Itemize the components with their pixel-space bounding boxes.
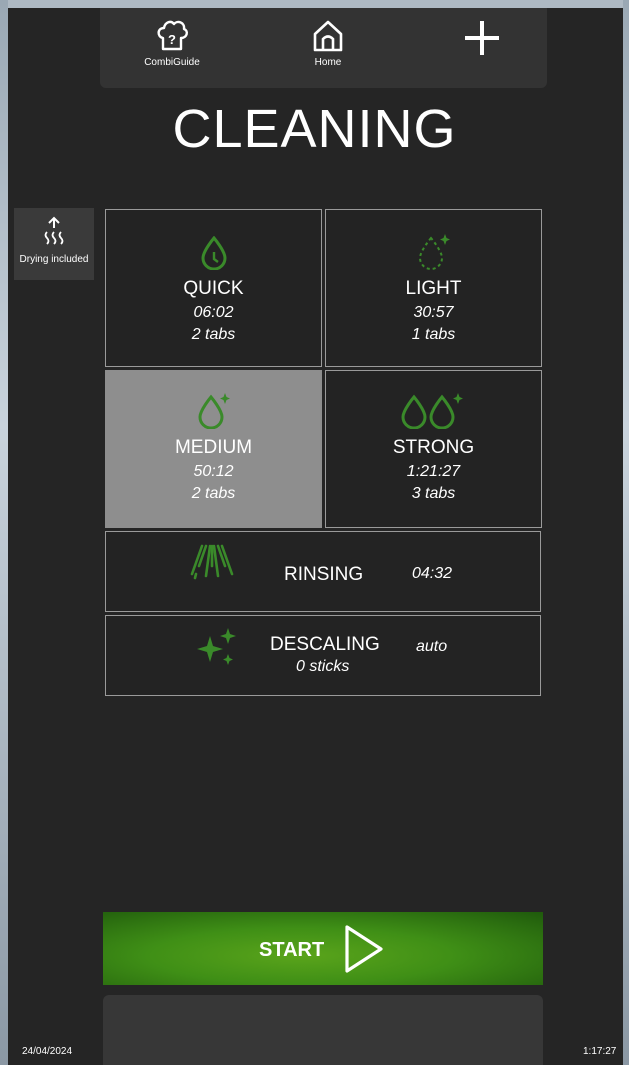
window-top-edge [0,0,629,8]
program-tabs: 2 tabs [191,485,236,502]
add-button[interactable] [442,16,522,82]
descaling-mode: auto [416,638,448,655]
program-tile-quick[interactable]: QUICK 06:02 2 tabs [105,209,322,367]
combiguide-button[interactable]: ? CombiGuide [132,18,212,84]
timer-drop-icon [200,236,227,270]
start-label: START [259,939,325,961]
drop-sparkle-icon [197,393,230,429]
program-tile-light[interactable]: LIGHT 30:57 1 tabs [325,209,542,367]
rinsing-label: RINSING [284,564,364,585]
program-tile-strong[interactable]: STRONG 1:21:27 3 tabs [325,370,542,528]
program-duration: 1:21:27 [406,463,461,480]
play-outline-icon [345,925,383,973]
drying-included-label: Drying included [19,254,89,265]
drying-included-toggle[interactable]: Drying included [14,208,94,280]
plus-icon [465,21,499,55]
descaling-tile[interactable]: DESCALING 0 sticks auto [105,615,541,696]
double-drop-sparkle-icon [400,393,463,429]
sparkles-icon [197,628,236,665]
program-duration: 06:02 [193,304,234,321]
home-icon [313,20,343,52]
program-name: STRONG [392,437,475,458]
rinsing-tile[interactable]: RINSING 04:32 [105,531,541,612]
home-label: Home [314,57,342,68]
program-tabs: 1 tabs [411,326,456,343]
dashed-drop-sparkle-icon [418,234,450,270]
program-tile-medium[interactable]: MEDIUM 50:12 2 tabs [105,370,322,528]
svg-text:?: ? [168,32,176,47]
program-tabs: 3 tabs [411,485,456,502]
program-name: LIGHT [405,278,462,299]
program-name: MEDIUM [174,437,253,458]
spray-icon [190,544,234,580]
program-name: QUICK [183,278,244,299]
status-clock: 1:17:27 [583,1046,617,1057]
descaling-sticks: 0 sticks [296,658,350,675]
chef-hat-help-icon: ? [157,20,189,51]
program-tabs: 2 tabs [191,326,236,343]
top-navigation-bar: ? CombiGuide Home [100,8,547,88]
heat-waves-arrow-icon [44,216,64,245]
rinsing-duration: 04:32 [412,565,453,582]
home-button[interactable]: Home [288,18,368,84]
status-date: 24/04/2024 [22,1046,73,1057]
program-duration: 30:57 [413,304,454,321]
bottom-panel [103,995,543,1065]
start-button[interactable]: START [103,912,543,985]
combiguide-label: CombiGuide [144,57,200,68]
program-duration: 50:12 [193,463,234,480]
page-title: CLEANING [172,99,457,159]
descaling-label: DESCALING [270,634,380,655]
